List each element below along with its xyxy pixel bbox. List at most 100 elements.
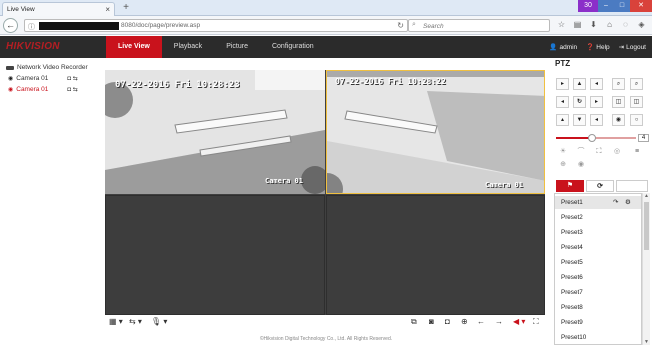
tab-title: Live View bbox=[7, 6, 35, 13]
nvr-icon bbox=[6, 65, 14, 70]
previous-page-icon[interactable]: ← bbox=[477, 317, 485, 326]
stop-all-icon[interactable]: ⧉ bbox=[411, 317, 417, 327]
list-item[interactable]: Preset7 bbox=[555, 286, 641, 299]
camera-feed-image bbox=[327, 71, 544, 193]
video-window[interactable]: 07-22-2016 Fri 10:28:22 Camera 01 bbox=[326, 70, 545, 194]
logout-icon[interactable]: ⇥ bbox=[619, 43, 624, 51]
auto-scan-button[interactable]: ↻ bbox=[573, 96, 586, 108]
site-info-icon[interactable]: ⓘ bbox=[28, 22, 35, 32]
pan-up-right-button[interactable]: ◂ bbox=[590, 78, 603, 90]
menu-picture[interactable]: Picture bbox=[214, 36, 260, 58]
scroll-up-icon[interactable]: ▲ bbox=[644, 193, 649, 199]
center-icon[interactable]: ◉ bbox=[574, 159, 588, 171]
list-item[interactable]: Preset8 bbox=[555, 301, 641, 314]
list-item[interactable]: Preset4 bbox=[555, 241, 641, 254]
video-window-empty[interactable] bbox=[105, 195, 325, 315]
pan-up-button[interactable]: ▲ bbox=[573, 78, 586, 90]
extension-badge[interactable]: 30 bbox=[578, 0, 598, 12]
new-tab-button[interactable]: + bbox=[120, 2, 132, 14]
set-preset-icon[interactable]: ⚙ bbox=[625, 196, 631, 209]
scroll-down-icon[interactable]: ▼ bbox=[644, 339, 649, 345]
help-icon[interactable]: ❓ bbox=[586, 43, 594, 51]
slider-thumb[interactable] bbox=[588, 134, 596, 142]
list-item[interactable]: Preset3 bbox=[555, 226, 641, 239]
back-button[interactable]: ← bbox=[3, 18, 18, 33]
tree-camera-item[interactable]: ◉ Camera 01 ◘ ⇆ bbox=[8, 84, 106, 95]
username[interactable]: admin bbox=[559, 44, 577, 51]
next-page-icon[interactable]: → bbox=[495, 317, 503, 326]
zoom-area-icon[interactable]: ⊕ bbox=[556, 159, 570, 171]
browser-tab[interactable]: Live View × bbox=[2, 2, 115, 16]
pan-down-right-button[interactable]: ◂ bbox=[590, 114, 603, 126]
bookmark-star-icon[interactable]: ☆ bbox=[556, 19, 567, 31]
osd-camera-name: Camera 01 bbox=[485, 181, 523, 189]
menu-icon[interactable]: ≡ bbox=[630, 146, 644, 158]
preset-scrollbar[interactable]: ▲ ▼ bbox=[642, 193, 650, 345]
ptz-speed-slider[interactable]: 4 bbox=[554, 134, 650, 142]
menu-playback[interactable]: Playback bbox=[162, 36, 214, 58]
stream-type-icon[interactable]: ⇆ ▾ bbox=[129, 317, 142, 326]
pan-left-button[interactable]: ◂ bbox=[556, 96, 569, 108]
zoom-out-button[interactable]: ⌕ bbox=[630, 78, 643, 90]
record-icon[interactable]: ◘ ⇆ bbox=[67, 86, 77, 93]
capture-icon[interactable]: ◙ bbox=[429, 317, 434, 326]
scrollbar-thumb[interactable] bbox=[644, 202, 649, 250]
zoom-icon[interactable]: ⊕ bbox=[461, 317, 468, 326]
call-preset-icon[interactable]: ↷ bbox=[613, 196, 618, 209]
volume-icon[interactable]: ◀ ▾ bbox=[513, 317, 525, 326]
video-window-empty[interactable] bbox=[326, 195, 545, 315]
list-item[interactable]: Preset2 bbox=[555, 211, 641, 224]
pocket-icon[interactable]: ◌ bbox=[620, 19, 631, 31]
window-layout-icon[interactable]: ▦ ▾ bbox=[109, 317, 123, 326]
tab-preset[interactable]: ⚑ bbox=[556, 180, 584, 192]
focus-near-button[interactable]: ◫ bbox=[612, 96, 625, 108]
menu-live-view[interactable]: Live View bbox=[106, 36, 162, 58]
list-item[interactable]: Preset10 bbox=[555, 331, 641, 344]
record-icon[interactable]: ◘ ⇆ bbox=[67, 75, 77, 82]
fullscreen-icon[interactable]: ⛶ bbox=[533, 317, 539, 327]
zoom-in-button[interactable]: ⌕ bbox=[612, 78, 625, 90]
close-window-icon[interactable]: ✕ bbox=[630, 0, 652, 12]
video-window[interactable]: 07-22-2016 Fri 10:28:23 Camera 01 bbox=[105, 70, 325, 194]
tab-patrol[interactable]: ⟳ bbox=[586, 180, 614, 192]
download-icon[interactable]: ⬇ bbox=[588, 19, 599, 31]
user-icon: 👤 bbox=[549, 44, 558, 51]
record-all-icon[interactable]: ◘ bbox=[445, 317, 450, 326]
tab-pattern[interactable] bbox=[616, 180, 648, 192]
list-item[interactable]: Preset5 bbox=[555, 256, 641, 269]
tree-root[interactable]: Network Video Recorder bbox=[6, 62, 106, 73]
maximize-icon[interactable]: □ bbox=[614, 0, 630, 12]
light-icon[interactable]: ☀ bbox=[556, 146, 570, 158]
reload-icon[interactable]: ↻ bbox=[397, 21, 404, 30]
shield-icon[interactable]: ◈ bbox=[636, 19, 647, 31]
search-input[interactable] bbox=[423, 21, 543, 31]
preset-label: Preset5 bbox=[561, 259, 583, 266]
initialize-lens-icon[interactable]: ◎ bbox=[610, 146, 624, 158]
menu-configuration[interactable]: Configuration bbox=[260, 36, 326, 58]
tree-camera-item[interactable]: ◉ Camera 01 ◘ ⇆ bbox=[8, 73, 106, 84]
pan-down-left-button[interactable]: ▴ bbox=[556, 114, 569, 126]
focus-far-button[interactable]: ◫ bbox=[630, 96, 643, 108]
pan-down-button[interactable]: ▼ bbox=[573, 114, 586, 126]
focus-assist-icon[interactable]: ⛶ bbox=[592, 146, 606, 158]
wiper-icon[interactable]: ⌒ bbox=[574, 146, 588, 158]
list-item[interactable]: Preset1 ↷ ⚙ bbox=[555, 196, 641, 209]
main-menu: Live View Playback Picture Configuration bbox=[106, 36, 326, 58]
speed-value: 4 bbox=[638, 134, 649, 142]
pan-up-left-button[interactable]: ▸ bbox=[556, 78, 569, 90]
iris-close-button[interactable]: ○ bbox=[630, 114, 643, 126]
pan-right-button[interactable]: ▸ bbox=[590, 96, 603, 108]
home-icon[interactable]: ⌂ bbox=[604, 19, 615, 31]
iris-open-button[interactable]: ◉ bbox=[612, 114, 625, 126]
reading-list-icon[interactable]: ▤ bbox=[572, 19, 583, 31]
microphone-icon[interactable]: 🎙 ▾ bbox=[151, 317, 167, 326]
tab-close-icon[interactable]: × bbox=[105, 5, 110, 14]
ptz-direction-pad: ▸ ▲ ◂ ⌕ ⌕ ◂ ↻ ▸ ◫ ◫ ▴ ▼ ◂ ◉ ○ bbox=[554, 75, 650, 135]
url-bar[interactable]: ⓘ 8080/doc/page/preview.asp ↻ bbox=[24, 19, 408, 32]
minimize-icon[interactable]: – bbox=[598, 0, 614, 12]
help-link[interactable]: Help bbox=[596, 44, 609, 51]
logout-link[interactable]: Logout bbox=[626, 44, 646, 51]
ptz-title: PTZ bbox=[555, 59, 571, 68]
list-item[interactable]: Preset9 bbox=[555, 316, 641, 329]
list-item[interactable]: Preset6 bbox=[555, 271, 641, 284]
